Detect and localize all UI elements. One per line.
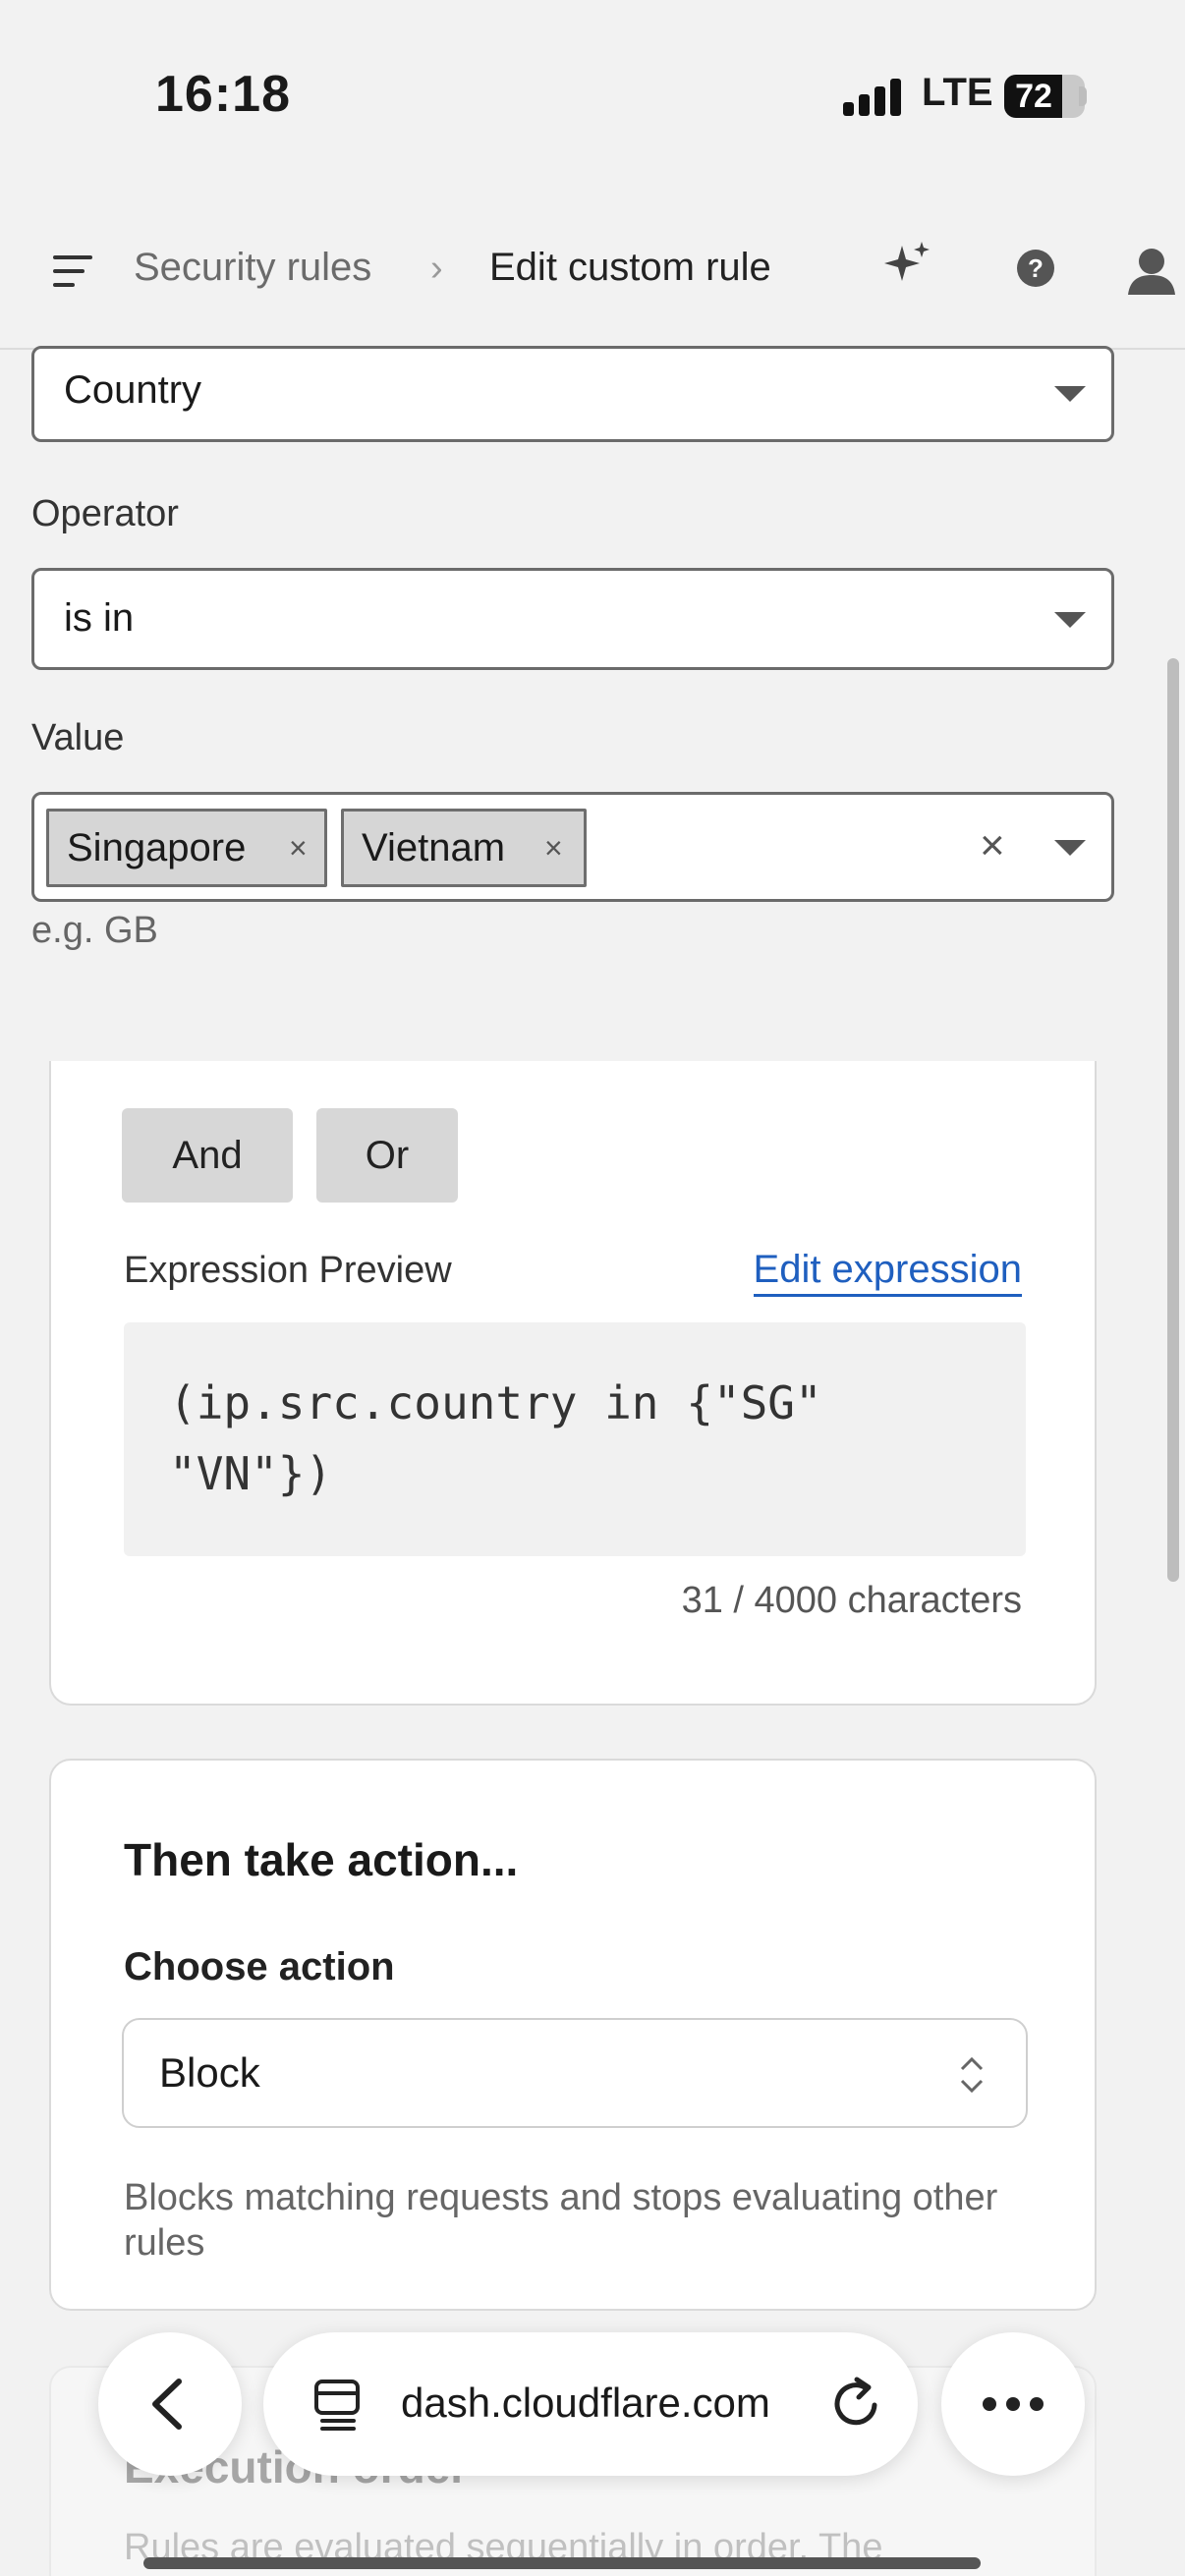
value-chip: Vietnam ×	[341, 809, 587, 887]
more-button[interactable]	[941, 2332, 1085, 2476]
action-card: Then take action... Choose action Block …	[49, 1759, 1097, 2311]
caret-down-icon[interactable]	[1054, 840, 1086, 856]
field-select[interactable]: Country	[31, 346, 1114, 442]
battery-icon: 72	[1004, 75, 1085, 118]
expression-card: And Or Expression Preview Edit expressio…	[49, 1041, 1097, 1706]
value-label: Value	[31, 717, 125, 758]
breadcrumb-separator: ›	[430, 248, 443, 289]
remove-chip-icon[interactable]: ×	[544, 812, 563, 884]
breadcrumb-security-rules[interactable]: Security rules	[134, 246, 371, 290]
address-bar[interactable]: dash.cloudflare.com	[263, 2332, 918, 2476]
remove-chip-icon[interactable]: ×	[289, 812, 308, 884]
status-bar: 16:18 LTE 72	[0, 0, 1185, 196]
help-icon[interactable]: ?	[1017, 250, 1054, 287]
expression-code: (ip.src.country in {"SG" "VN"})	[124, 1322, 1026, 1556]
network-type: LTE	[922, 71, 993, 114]
page-title: Edit custom rule	[489, 246, 771, 289]
choose-action-label: Choose action	[124, 1945, 395, 1988]
value-chip-label: Vietnam	[362, 826, 506, 869]
and-button[interactable]: And	[122, 1108, 293, 1203]
value-chip-label: Singapore	[67, 826, 247, 869]
more-dots-icon	[983, 2397, 1044, 2411]
clear-all-icon[interactable]: ×	[980, 824, 1005, 868]
back-button[interactable]	[98, 2332, 242, 2476]
signal-icon	[843, 79, 902, 116]
battery-level: 72	[1015, 78, 1052, 115]
tabs-icon	[314, 2380, 360, 2431]
sparkle-icon[interactable]	[880, 238, 933, 291]
screen: 16:18 LTE 72 Security rules › Edit custo…	[0, 0, 1185, 2576]
value-multiselect[interactable]: Singapore × Vietnam × ×	[31, 792, 1114, 902]
filter-panel: Country Operator is in Value Singapore ×…	[0, 346, 1165, 1061]
caret-down-icon	[1054, 612, 1086, 628]
action-section-title: Then take action...	[124, 1834, 519, 1885]
scrollbar-thumb[interactable]	[1167, 658, 1179, 1582]
action-description: Blocks matching requests and stops evalu…	[124, 2177, 998, 2264]
value-chip: Singapore ×	[46, 809, 327, 887]
chevron-left-icon	[152, 2379, 182, 2430]
value-hint: e.g. GB	[31, 910, 158, 951]
field-select-value: Country	[64, 368, 202, 412]
operator-select-value: is in	[64, 596, 135, 640]
home-indicator	[143, 2557, 981, 2569]
battery-nub	[1079, 86, 1087, 106]
reload-icon[interactable]	[829, 2376, 884, 2433]
edit-expression-link[interactable]: Edit expression	[753, 1248, 1022, 1297]
character-count: 31 / 4000 characters	[681, 1580, 1022, 1621]
menu-icon[interactable]	[53, 252, 96, 291]
app-header: Security rules › Edit custom rule	[0, 196, 1185, 350]
url-text: dash.cloudflare.com	[401, 2380, 770, 2426]
caret-down-icon	[1054, 386, 1086, 402]
user-icon[interactable]	[1128, 246, 1185, 295]
or-button[interactable]: Or	[316, 1108, 458, 1203]
status-time: 16:18	[155, 66, 291, 123]
chevron-up-down-icon	[960, 2056, 984, 2094]
operator-label: Operator	[31, 493, 179, 534]
operator-select[interactable]: is in	[31, 568, 1114, 670]
action-select-value: Block	[159, 2049, 260, 2096]
action-select[interactable]: Block	[122, 2018, 1028, 2128]
expression-preview-label: Expression Preview	[124, 1250, 452, 1291]
